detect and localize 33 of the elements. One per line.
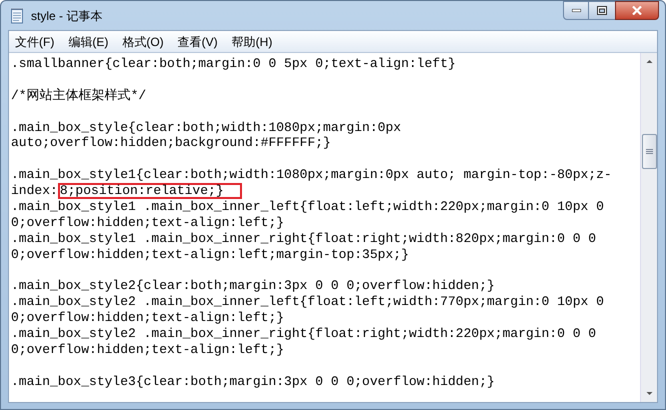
- text-line: .main_box_style1 .main_box_inner_left{float:left;width:220px;margin:0 10px 0: [11, 199, 604, 215]
- text-line: .main_box_style{clear:both;width:1080px;margin:0px: [11, 120, 402, 136]
- maximize-icon: [597, 6, 607, 15]
- scrollbar-thumb[interactable]: [642, 134, 656, 169]
- text-line: .main_box_style1{clear:both;width:1080px;margin:0px auto; margin-top:-80px;z-: [11, 167, 612, 184]
- text-line: 0;overflow:hidden;text-align:left;}: [11, 342, 284, 358]
- close-icon: [632, 6, 642, 15]
- notepad-icon: [9, 8, 25, 24]
- vertical-scrollbar[interactable]: [640, 53, 657, 402]
- text-line: .main_box_style1 .main_box_inner_right{float:right;width:820px;margin:0 0 0: [11, 230, 596, 247]
- text-line: .main_box_style2 .main_box_inner_left{float:left;width:770px;margin:0 10px 0: [11, 294, 604, 310]
- close-button[interactable]: [615, 1, 659, 20]
- menu-item[interactable]: 格式(O): [122, 32, 164, 50]
- highlighted-text: 8;position:relative;}: [58, 183, 242, 200]
- text-line: .smallbanner{clear:both;margin:0 0 5px 0;text-align:left}: [11, 56, 456, 72]
- text-line: .main_box_style2{clear:both;margin:3px 0 0 0;overflow:hidden;}: [11, 278, 495, 294]
- menu-item[interactable]: 查看(V): [178, 32, 218, 50]
- text-line: .main_box_style2 .main_box_inner_right{float:right;width:220px;margin:0 0 0: [11, 326, 596, 342]
- text-line: /*网站主体框架样式*/: [11, 88, 146, 104]
- text-line: 0;overflow:hidden;text-align:left;}: [11, 310, 284, 326]
- menu-item[interactable]: 文件(F): [15, 32, 54, 50]
- minimize-icon: [572, 9, 580, 12]
- maximize-button[interactable]: [589, 1, 615, 20]
- text-line: auto;overflow:hidden;background:#FFFFFF;}: [11, 135, 331, 152]
- text-line: .main_box_style3{clear:both;margin:3px 0 0 0;overflow:hidden;}: [11, 374, 495, 390]
- window-title: style - 记事本: [31, 8, 102, 24]
- minimize-button[interactable]: [563, 1, 589, 20]
- text-line: 0;overflow:hidden;text-align:left;}: [11, 214, 284, 231]
- menu-item[interactable]: 帮助(H): [232, 32, 272, 50]
- text-line: 0;overflow:hidden;text-align:left;margin-top:35px;}: [11, 246, 409, 263]
- grip-icon: [646, 148, 652, 154]
- text-line: index:: [11, 183, 58, 200]
- menu-item[interactable]: 编辑(E): [68, 32, 108, 50]
